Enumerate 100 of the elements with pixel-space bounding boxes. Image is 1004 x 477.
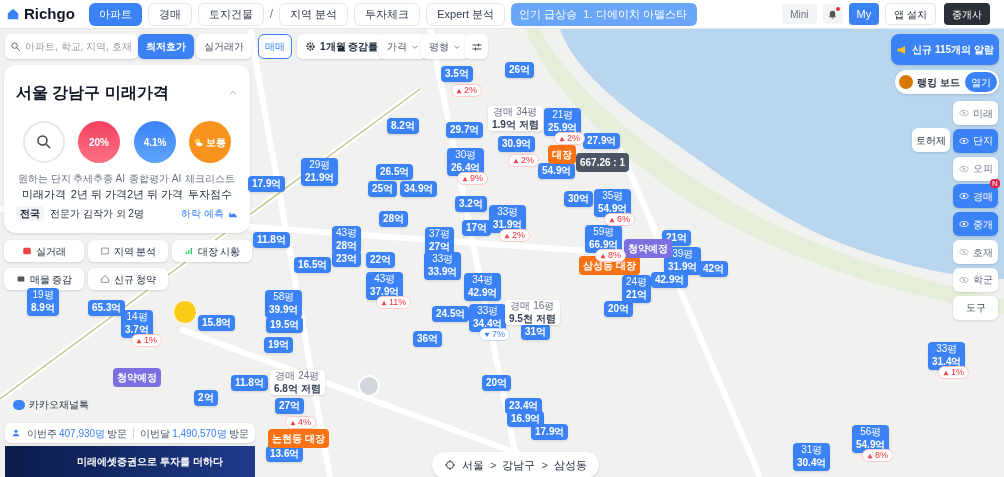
- price-marker[interactable]: 30평 26.4억: [447, 148, 485, 176]
- price-marker[interactable]: 58평 39.9억: [265, 290, 303, 318]
- price-marker[interactable]: 42.9억: [651, 272, 689, 288]
- kakao-channel-button[interactable]: 카카오채널톡: [13, 397, 89, 412]
- price-marker[interactable]: 3.2억: [455, 196, 487, 212]
- price-marker[interactable]: 36억: [413, 331, 443, 347]
- quick-menu-button[interactable]: 매물 증감: [4, 268, 84, 290]
- search-field[interactable]: 아파트, 학교, 지역, 호재: [5, 34, 138, 59]
- nav-tab[interactable]: Expert 분석: [426, 2, 506, 26]
- nav-tab[interactable]: 경매: [147, 2, 192, 26]
- price-marker[interactable]: 34평 42.9억: [464, 273, 502, 301]
- price-marker[interactable]: 54.9억: [538, 163, 576, 179]
- auction-note[interactable]: 경매 16평 9.5천 저렴: [505, 300, 560, 325]
- price-marker[interactable]: 19.5억: [266, 317, 304, 333]
- filter-dropdown[interactable]: 평형: [421, 34, 469, 59]
- price-marker[interactable]: 17억: [462, 220, 492, 236]
- price-marker[interactable]: 35평 54.9억: [594, 189, 632, 217]
- trending-button[interactable]: 인기 급상승 1. 디에이치 아델스타: [511, 2, 698, 26]
- price-marker[interactable]: 37평 27억: [425, 227, 455, 255]
- price-marker[interactable]: 43평 28억: [332, 226, 362, 254]
- my-button[interactable]: My: [848, 3, 880, 25]
- price-marker[interactable]: 33평 31.9억: [489, 205, 527, 233]
- price-marker[interactable]: 56평 54.9억: [852, 425, 890, 453]
- price-mode-tab[interactable]: 최저호가: [138, 34, 194, 59]
- price-marker[interactable]: 28억: [379, 211, 409, 227]
- notification-button[interactable]: [822, 4, 843, 24]
- price-marker[interactable]: 2억: [194, 390, 218, 406]
- price-marker[interactable]: 17.9억: [248, 176, 286, 192]
- forecast-link[interactable]: 하락 예측: [181, 206, 238, 221]
- agent-button[interactable]: 중개사: [944, 3, 990, 25]
- price-marker[interactable]: 23억: [332, 251, 362, 267]
- price-marker[interactable]: 33평 31.4억: [928, 342, 966, 370]
- price-marker[interactable]: 21평 25.9억: [544, 108, 582, 136]
- price-marker[interactable]: 17.9억: [531, 424, 569, 440]
- layer-toggle[interactable]: 학군: [953, 267, 998, 292]
- ad-banner[interactable]: 미래에셋증권으로 투자를 더하다: [5, 446, 255, 477]
- price-marker[interactable]: 42억: [699, 261, 729, 277]
- price-marker[interactable]: 33평 33.9억: [424, 252, 462, 280]
- price-marker[interactable]: 14평 3.7억: [121, 310, 153, 338]
- price-marker[interactable]: 24평 21억: [622, 275, 652, 303]
- price-marker[interactable]: 59평 66.9억: [585, 225, 623, 253]
- layer-toggle[interactable]: 중개: [953, 212, 998, 237]
- quick-menu-button[interactable]: 신규 청약: [88, 268, 168, 290]
- mini-button[interactable]: Mini: [782, 4, 817, 24]
- tab-separator: /: [269, 6, 274, 23]
- price-marker[interactable]: 43평 37.9억: [366, 272, 404, 300]
- layer-toggle[interactable]: 오피: [953, 156, 998, 181]
- price-marker[interactable]: 26억: [505, 62, 535, 78]
- open-button[interactable]: 열기: [965, 72, 997, 92]
- price-marker[interactable]: 20억: [482, 375, 512, 391]
- price-marker[interactable]: 15.8억: [198, 315, 236, 331]
- price-marker[interactable]: 29.7억: [446, 122, 484, 138]
- nav-tab[interactable]: 아파트: [88, 2, 142, 26]
- search-circle-button[interactable]: [23, 121, 66, 163]
- price-marker[interactable]: 29평 21.9억: [301, 158, 339, 186]
- tools-button[interactable]: 도구: [953, 295, 998, 320]
- price-marker[interactable]: 22억: [366, 252, 396, 268]
- quick-menu-button[interactable]: 대장 시황: [172, 240, 252, 262]
- breadcrumb-link[interactable]: 강남구: [502, 456, 536, 474]
- deal-type-select[interactable]: 매매: [258, 34, 292, 59]
- price-marker[interactable]: 20억: [604, 301, 634, 317]
- price-marker[interactable]: 8.2억: [387, 118, 419, 134]
- app-install-button[interactable]: 앱 설치: [885, 3, 936, 25]
- price-marker[interactable]: 34.9억: [400, 181, 438, 197]
- layer-toggle[interactable]: 미래: [953, 101, 998, 125]
- price-marker[interactable]: 25억: [368, 181, 398, 197]
- price-mode-tab[interactable]: 실거래가: [196, 34, 252, 59]
- price-marker[interactable]: 30.9억: [498, 136, 536, 152]
- price-marker[interactable]: 19평 8.9억: [27, 288, 59, 316]
- price-marker[interactable]: 24.5억: [432, 306, 470, 322]
- nav-tab[interactable]: 토지건물: [197, 2, 264, 26]
- price-marker[interactable]: 31평 30.4억: [793, 443, 831, 471]
- nav-tab[interactable]: 지역 분석: [279, 2, 349, 26]
- land-permit-button[interactable]: 토허제: [912, 128, 950, 152]
- price-marker[interactable]: 11.8억: [231, 375, 268, 391]
- price-marker[interactable]: 65.3억: [88, 300, 126, 316]
- auction-note[interactable]: 경매 34평 1.9억 저렴: [488, 106, 543, 131]
- price-marker[interactable]: 30억: [564, 191, 594, 207]
- auction-note[interactable]: 경매 24평 6.8억 저렴: [270, 370, 325, 395]
- price-marker[interactable]: 16.5억: [294, 257, 332, 273]
- price-marker[interactable]: 27.9억: [583, 133, 621, 149]
- investment-score-button[interactable]: 보통: [188, 121, 231, 163]
- price-marker[interactable]: 16.9억: [507, 411, 545, 427]
- falling-forecast-button[interactable]: 4.1%: [134, 121, 177, 163]
- price-marker[interactable]: 11.8억: [253, 232, 290, 248]
- price-marker[interactable]: 3.5억: [441, 66, 473, 82]
- filter-settings-button[interactable]: [465, 34, 488, 59]
- rising-forecast-button[interactable]: 20%: [77, 121, 120, 163]
- price-marker[interactable]: 27억: [275, 398, 305, 414]
- change-badge: 2%: [508, 154, 539, 167]
- breadcrumb-link[interactable]: 삼성동: [553, 456, 587, 474]
- layer-toggle[interactable]: 호재: [953, 240, 998, 264]
- price-marker[interactable]: 26.5억: [376, 164, 414, 180]
- quick-menu-button[interactable]: 지역 분석: [88, 240, 168, 262]
- quick-menu-button[interactable]: 실거래: [4, 240, 84, 262]
- nav-tab[interactable]: 투자체크: [354, 2, 421, 26]
- alarm-button[interactable]: 신규 115개의 알람: [891, 34, 999, 65]
- price-marker[interactable]: 19억: [264, 337, 294, 353]
- breadcrumb-link[interactable]: 서울: [462, 456, 484, 474]
- layer-toggle[interactable]: 단지: [953, 128, 998, 153]
